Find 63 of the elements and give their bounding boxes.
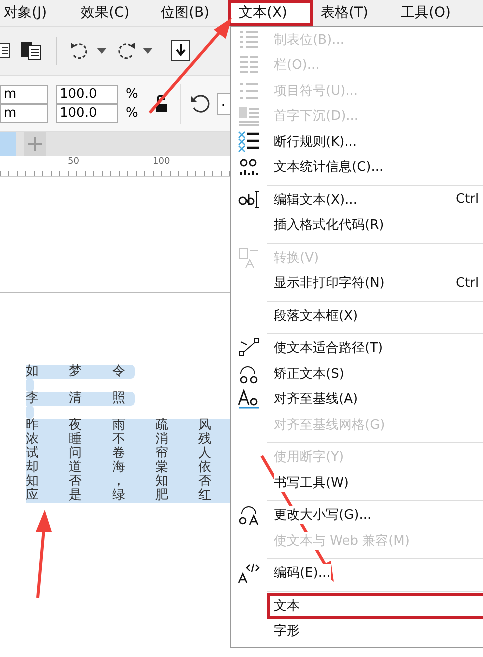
menu-item[interactable]: 对齐至基线(A): [231, 386, 483, 412]
menu-item[interactable]: 矫正文本(S): [231, 361, 483, 386]
menu-item[interactable]: 编辑文本(X)... Ctrl: [231, 187, 483, 212]
selection-marker: [26, 379, 34, 392]
menu-bar-item[interactable]: 表格(T): [313, 0, 393, 26]
menu-item-label: 制表位(B)...: [274, 30, 344, 49]
line-break-icon: [238, 130, 260, 153]
menu-item-label: 更改大小写(G)...: [274, 506, 372, 524]
code-icon: [238, 562, 260, 584]
menu-item[interactable]: 显示非打印字符(N) Ctrl: [231, 270, 483, 296]
unit-label: %: [126, 104, 138, 122]
scale-field[interactable]: 100.0: [56, 104, 118, 122]
ruler-label: 50: [68, 157, 80, 167]
baseline-icon: [238, 388, 260, 410]
menu-item[interactable]: 段落文本框(X): [231, 303, 483, 328]
poem-title: 如 梦 令: [26, 365, 136, 379]
ruler-label: 100: [153, 157, 170, 167]
convert-icon: [238, 246, 260, 269]
menu-item[interactable]: 文本统计信息(C)...: [231, 154, 483, 180]
path-icon: [238, 337, 260, 360]
caret-icon[interactable]: [97, 48, 107, 54]
menu-item-label: 文本: [274, 596, 300, 615]
menu-bar-item[interactable]: 文本(X): [228, 0, 313, 26]
menu-bar-item[interactable]: 工具(O): [393, 0, 473, 26]
menu-bar-item[interactable]: 对象(J): [0, 0, 73, 26]
menu-item-label: 使文本与 Web 兼容(M): [274, 532, 410, 550]
import-icon[interactable]: [171, 40, 191, 62]
plus-icon: [28, 137, 42, 151]
menu-item-label: 编码(E)...: [274, 564, 331, 582]
size-field[interactable]: m: [0, 84, 48, 104]
menu-item-label: 段落文本框(X): [274, 306, 358, 325]
caret-icon[interactable]: [143, 48, 153, 54]
unlocked-padlock-icon[interactable]: [154, 94, 168, 112]
menu-item[interactable]: 更改大小写(G)...: [231, 502, 483, 528]
text-cursor-icon: [238, 188, 260, 211]
paste-icon[interactable]: [20, 41, 44, 61]
poem-author: 李 清 照: [26, 392, 136, 406]
menu-bar-item[interactable]: 效果(C): [73, 0, 153, 26]
unit-label: %: [126, 86, 138, 104]
menu-item-label: 矫正文本(S): [274, 364, 344, 383]
menu-item-label: 书写工具(W): [274, 474, 349, 492]
menu-item-label: 项目符号(U)...: [274, 82, 358, 100]
scale-field[interactable]: 100.0: [56, 84, 118, 104]
size-field[interactable]: m: [0, 104, 48, 122]
lines-icon: [238, 28, 260, 51]
menu-item-label: 对齐至基线网格(G): [274, 416, 386, 434]
drop-cap-icon: [238, 105, 260, 128]
menu-item[interactable]: 插入格式化代码(R): [231, 212, 483, 238]
menu-item[interactable]: 编码(E)...: [231, 560, 483, 586]
case-icon: [238, 504, 260, 526]
menu-item[interactable]: 文本: [267, 593, 483, 618]
menu-bar-item[interactable]: 位图(B): [153, 0, 228, 26]
menu-item[interactable]: 使文本适合路径(T): [231, 336, 483, 361]
menu-item[interactable]: 字形: [231, 618, 483, 644]
shortcut-label: Ctrl: [456, 192, 480, 208]
menu-item-label: 断行规则(K)...: [274, 132, 358, 151]
rotate-icon[interactable]: [189, 92, 212, 114]
menu-item-label: 编辑文本(X)...: [274, 190, 358, 209]
shortcut-label: Ctrl: [456, 276, 480, 291]
selection-marker: [26, 406, 34, 419]
menu-item-label: 转换(V): [274, 248, 320, 267]
document-icon[interactable]: [0, 42, 12, 60]
menu-item[interactable]: 断行规则(K)...: [231, 129, 483, 154]
